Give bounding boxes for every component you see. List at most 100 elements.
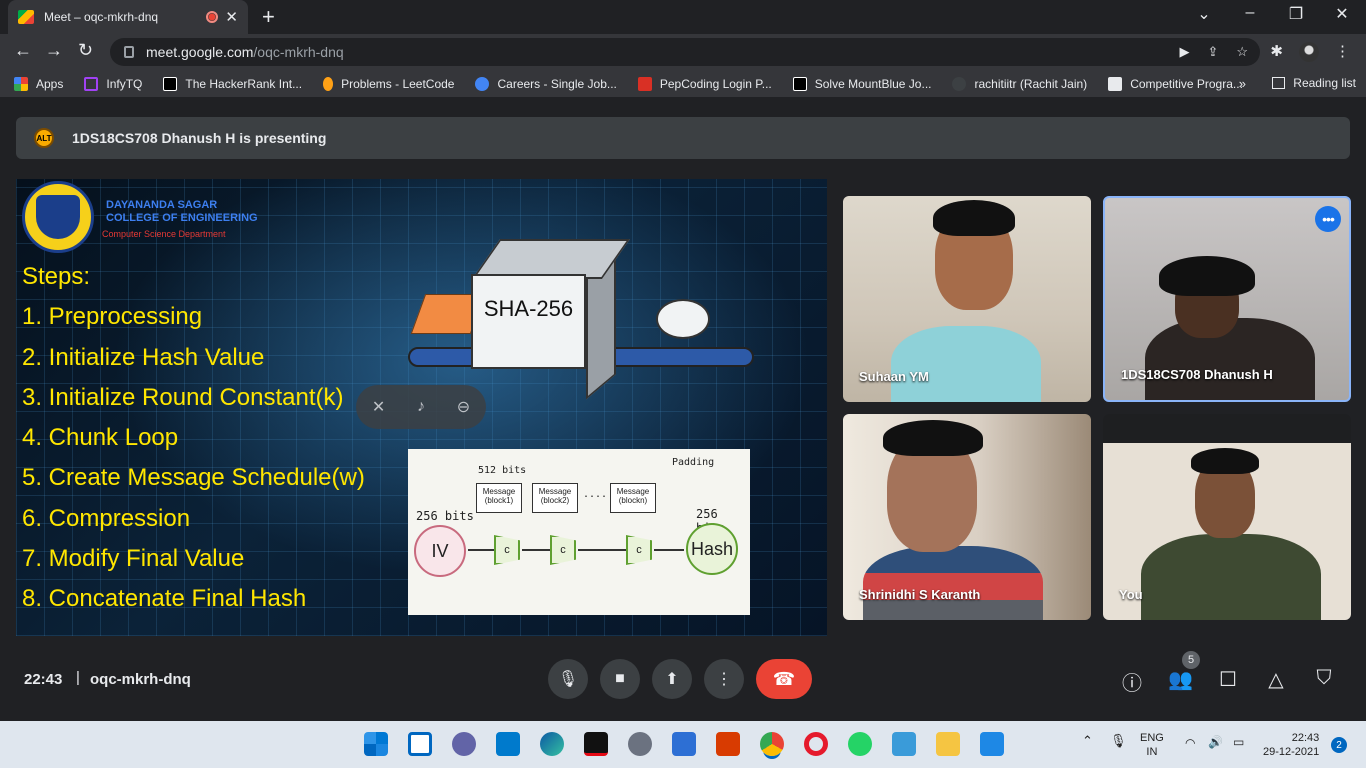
participant-tile[interactable]: Shrinidhi S Karanth [843, 414, 1091, 620]
activities-button[interactable]: △ [1264, 667, 1288, 692]
notification-badge[interactable]: 2 [1331, 737, 1347, 753]
mute-presentation-icon[interactable]: ♪ [417, 398, 425, 416]
camera-in-use-icon[interactable]: ▶ [1179, 44, 1189, 60]
system-clock[interactable]: 22:43 29-12-2021 [1263, 731, 1319, 759]
store-icon[interactable] [672, 732, 696, 756]
bookmark-careers[interactable]: Careers - Single Job... [475, 76, 617, 91]
more-bookmarks-button[interactable]: » [1239, 76, 1246, 91]
bookmark-apps[interactable]: Apps [14, 76, 63, 91]
wifi-icon[interactable]: ◠ [1185, 736, 1195, 750]
present-button[interactable]: ⬆ [652, 659, 692, 699]
diagram-arrow [578, 549, 626, 551]
edge-icon[interactable] [540, 732, 564, 756]
bookmark-pepcoding[interactable]: PepCoding Login P... [637, 76, 772, 91]
reading-list-button[interactable]: Reading list [1272, 76, 1356, 90]
url-text: meet.google.com/oqc-mkrh-dnq [146, 44, 344, 60]
lock-icon[interactable] [124, 46, 134, 58]
separator: | [76, 669, 80, 686]
diagram-arrow [654, 549, 684, 551]
presentation-slide[interactable]: DAYANANDA SAGAR COLLEGE OF ENGINEERING C… [16, 179, 827, 636]
meet-page: ALT 1DS18CS708 Dhanush H is presenting D… [0, 99, 1366, 721]
widgets-icon[interactable] [408, 732, 432, 756]
share-icon[interactable]: ⇪ [1207, 44, 1218, 60]
back-button[interactable]: ← [14, 40, 32, 61]
hackerrank-icon [163, 76, 178, 91]
opera-icon[interactable] [804, 732, 828, 756]
pepcoding-icon [637, 76, 652, 91]
diagram-compress-1: c [494, 535, 520, 565]
reload-button[interactable]: ↻ [78, 40, 93, 61]
step-item: 8. Concatenate Final Hash [22, 585, 307, 613]
microphone-icon: 🎙 [557, 671, 579, 688]
forward-button[interactable]: → [45, 40, 63, 61]
bookmarks-bar: Apps InfyTQ The HackerRank Int... Proble… [0, 70, 1366, 98]
tab-strip: Meet – oqc-mkrh-dnq ✕ + ⌄ – ❐ ✕ [0, 0, 1366, 34]
camera-button[interactable]: ■ [600, 659, 640, 699]
participant-tile[interactable]: ••• 1DS18CS708 Dhanush H [1103, 196, 1351, 402]
step-item: 3. Initialize Round Constant(k) [22, 383, 344, 411]
maximize-button[interactable]: ❐ [1286, 4, 1306, 24]
participant-tile[interactable]: You [1103, 414, 1351, 620]
diagram-compress-n: c [626, 535, 652, 565]
bookmark-star-icon[interactable]: ☆ [1236, 44, 1248, 60]
presenting-text: 1DS18CS708 Dhanush H is presenting [72, 130, 327, 146]
show-hidden-icons[interactable]: ⌃ [1082, 734, 1093, 748]
address-bar[interactable]: meet.google.com/oqc-mkrh-dnq ▶ ⇪ ☆ [110, 38, 1260, 66]
host-controls-button[interactable]: ⛉ [1312, 667, 1336, 690]
minimize-button[interactable]: – [1240, 4, 1260, 22]
battery-icon[interactable]: ▭ [1233, 735, 1244, 749]
browser-toolbar: ← → ↻ meet.google.com/oqc-mkrh-dnq ▶ ⇪ ☆… [0, 34, 1366, 70]
bookmark-hackerrank[interactable]: The HackerRank Int... [163, 76, 302, 91]
browser-tab[interactable]: Meet – oqc-mkrh-dnq ✕ [8, 0, 248, 34]
sha-label: SHA-256 [483, 296, 574, 321]
remove-icon[interactable]: ⊖ [457, 397, 470, 417]
volume-icon[interactable]: 🔊 [1208, 735, 1223, 749]
close-window-button[interactable]: ✕ [1332, 4, 1352, 24]
more-vert-icon: ⋮ [716, 671, 732, 688]
profile-avatar[interactable] [1299, 42, 1319, 62]
step-item: 2. Initialize Hash Value [22, 343, 265, 371]
bookmark-competitive[interactable]: Competitive Progra... [1108, 76, 1243, 91]
hang-up-icon: ☎ [772, 668, 796, 689]
chrome-icon[interactable] [760, 732, 784, 756]
close-tab-icon[interactable]: ✕ [225, 8, 238, 26]
department-name: Computer Science Department [102, 229, 226, 239]
more-options-button[interactable]: ⋮ [704, 659, 744, 699]
vscode-icon[interactable] [496, 732, 520, 756]
office-icon[interactable] [716, 732, 740, 756]
bookmark-leetcode[interactable]: Problems - LeetCode [323, 76, 454, 91]
extensions-icon[interactable]: ✱ [1270, 42, 1283, 62]
netflix-icon[interactable] [584, 732, 608, 756]
media-player-icon[interactable] [980, 732, 1004, 756]
browser-menu-icon[interactable]: ⋮ [1335, 42, 1350, 62]
microphone-tray-icon[interactable]: 🎙 [1110, 734, 1127, 748]
remote-desktop-icon[interactable] [892, 732, 916, 756]
bookmark-infytq[interactable]: InfyTQ [84, 76, 142, 91]
participant-tile[interactable]: Suhaan YM [843, 196, 1091, 402]
leave-call-button[interactable]: ☎ [756, 659, 812, 699]
steps-list: Steps: 1. Preprocessing 2. Initialize Ha… [22, 257, 365, 620]
bookmark-rachitiitr[interactable]: rachitiitr (Rachit Jain) [952, 76, 1087, 91]
microphone-button[interactable]: 🎙 [548, 659, 588, 699]
chat-button[interactable]: ☐ [1216, 667, 1240, 692]
input-language[interactable]: ENG IN [1140, 731, 1164, 759]
participant-name: You [1119, 587, 1143, 602]
diagram-iv: IV [414, 525, 466, 577]
teams-chat-icon[interactable] [452, 732, 476, 756]
bookmark-mountblue[interactable]: Solve MountBlue Jo... [792, 76, 931, 91]
step-item: 7. Modify Final Value [22, 545, 245, 573]
steps-heading: Steps: [22, 263, 91, 290]
tab-search-icon[interactable]: ⌄ [1194, 4, 1214, 24]
file-explorer-icon[interactable] [936, 732, 960, 756]
meeting-details-button[interactable]: ⓘ [1120, 667, 1144, 696]
whatsapp-icon[interactable] [848, 732, 872, 756]
start-icon[interactable] [364, 732, 388, 756]
reading-list-icon [1272, 77, 1286, 89]
step-item: 4. Chunk Loop [22, 424, 179, 452]
people-button[interactable]: 👥 [1168, 667, 1193, 692]
settings-gear-icon[interactable] [628, 732, 652, 756]
new-tab-button[interactable]: + [262, 4, 275, 30]
more-options-button[interactable]: ••• [1315, 206, 1341, 232]
unpin-icon[interactable]: ✕ [372, 397, 385, 417]
diagram-512-bits: 512 bits [478, 465, 527, 476]
